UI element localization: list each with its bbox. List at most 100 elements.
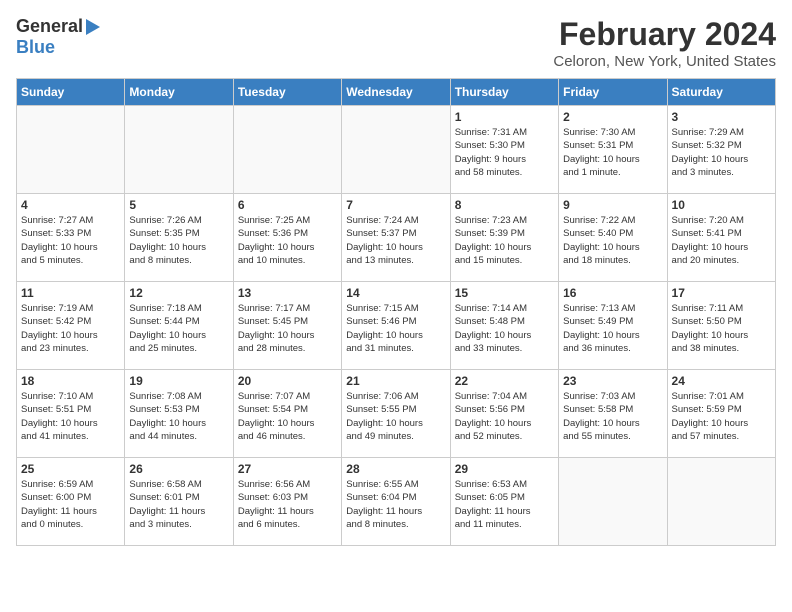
title-section: February 2024 Celoron, New York, United …	[553, 16, 776, 70]
day-number: 28	[346, 462, 445, 476]
day-info: Sunrise: 7:27 AM Sunset: 5:33 PM Dayligh…	[21, 214, 120, 267]
day-info: Sunrise: 7:20 AM Sunset: 5:41 PM Dayligh…	[672, 214, 771, 267]
header-tuesday: Tuesday	[233, 79, 341, 106]
header-friday: Friday	[559, 79, 667, 106]
calendar-cell: 15 Sunrise: 7:14 AM Sunset: 5:48 PM Dayli…	[450, 282, 558, 370]
day-number: 7	[346, 198, 445, 212]
header-monday: Monday	[125, 79, 233, 106]
calendar-cell: 13 Sunrise: 7:17 AM Sunset: 5:45 PM Dayli…	[233, 282, 341, 370]
calendar-header-row: SundayMondayTuesdayWednesdayThursdayFrid…	[17, 79, 776, 106]
day-number: 9	[563, 198, 662, 212]
day-info: Sunrise: 7:01 AM Sunset: 5:59 PM Dayligh…	[672, 390, 771, 443]
calendar-cell: 14Sunrise: 7:15 AM Sunset: 5:46 PM Dayli…	[342, 282, 450, 370]
header-sunday: Sunday	[17, 79, 125, 106]
day-number: 24	[672, 374, 771, 388]
day-number: 1	[455, 110, 554, 124]
week-row-0: 1 Sunrise: 7:31 AM Sunset: 5:30 PM Daylig…	[17, 106, 776, 194]
day-number: 11	[21, 286, 120, 300]
day-info: Sunrise: 7:03 AM Sunset: 5:58 PM Dayligh…	[563, 390, 662, 443]
day-number: 19	[129, 374, 228, 388]
calendar-cell: 9 Sunrise: 7:22 AM Sunset: 5:40 PM Daylig…	[559, 194, 667, 282]
day-number: 13	[238, 286, 337, 300]
week-row-2: 11 Sunrise: 7:19 AM Sunset: 5:42 PM Dayli…	[17, 282, 776, 370]
day-info: Sunrise: 6:58 AM Sunset: 6:01 PM Dayligh…	[129, 478, 228, 531]
day-number: 5	[129, 198, 228, 212]
day-number: 18	[21, 374, 120, 388]
calendar-cell: 27 Sunrise: 6:56 AM Sunset: 6:03 PM Dayli…	[233, 458, 341, 546]
day-info: Sunrise: 7:17 AM Sunset: 5:45 PM Dayligh…	[238, 302, 337, 355]
day-info: Sunrise: 7:06 AM Sunset: 5:55 PM Dayligh…	[346, 390, 445, 443]
day-number: 10	[672, 198, 771, 212]
calendar-cell: 7 Sunrise: 7:24 AM Sunset: 5:37 PM Daylig…	[342, 194, 450, 282]
day-info: Sunrise: 7:29 AM Sunset: 5:32 PM Dayligh…	[672, 126, 771, 179]
day-info: Sunrise: 7:30 AM Sunset: 5:31 PM Dayligh…	[563, 126, 662, 179]
day-number: 22	[455, 374, 554, 388]
day-number: 29	[455, 462, 554, 476]
header-saturday: Saturday	[667, 79, 775, 106]
calendar-cell	[667, 458, 775, 546]
day-number: 17	[672, 286, 771, 300]
calendar-cell: 3 Sunrise: 7:29 AM Sunset: 5:32 PM Daylig…	[667, 106, 775, 194]
day-info: Sunrise: 6:59 AM Sunset: 6:00 PM Dayligh…	[21, 478, 120, 531]
day-number: 12	[129, 286, 228, 300]
day-number: 8	[455, 198, 554, 212]
day-info: Sunrise: 7:23 AM Sunset: 5:39 PM Dayligh…	[455, 214, 554, 267]
day-info: Sunrise: 7:31 AM Sunset: 5:30 PM Dayligh…	[455, 126, 554, 179]
day-info: Sunrise: 6:55 AM Sunset: 6:04 PM Dayligh…	[346, 478, 445, 531]
logo-blue-text: Blue	[16, 37, 55, 58]
day-info: Sunrise: 7:07 AM Sunset: 5:54 PM Dayligh…	[238, 390, 337, 443]
calendar-cell	[342, 106, 450, 194]
day-info: Sunrise: 7:13 AM Sunset: 5:49 PM Dayligh…	[563, 302, 662, 355]
calendar-cell: 6 Sunrise: 7:25 AM Sunset: 5:36 PM Daylig…	[233, 194, 341, 282]
day-number: 15	[455, 286, 554, 300]
calendar-cell: 21 Sunrise: 7:06 AM Sunset: 5:55 PM Dayli…	[342, 370, 450, 458]
calendar-title: February 2024	[553, 16, 776, 53]
day-info: Sunrise: 7:26 AM Sunset: 5:35 PM Dayligh…	[129, 214, 228, 267]
day-number: 4	[21, 198, 120, 212]
calendar-cell: 4 Sunrise: 7:27 AM Sunset: 5:33 PM Daylig…	[17, 194, 125, 282]
calendar-cell: 5 Sunrise: 7:26 AM Sunset: 5:35 PM Daylig…	[125, 194, 233, 282]
calendar-cell: 24 Sunrise: 7:01 AM Sunset: 5:59 PM Dayli…	[667, 370, 775, 458]
calendar-cell: 29 Sunrise: 6:53 AM Sunset: 6:05 PM Dayli…	[450, 458, 558, 546]
calendar-cell	[233, 106, 341, 194]
day-info: Sunrise: 7:24 AM Sunset: 5:37 PM Dayligh…	[346, 214, 445, 267]
day-info: Sunrise: 7:10 AM Sunset: 5:51 PM Dayligh…	[21, 390, 120, 443]
day-number: 27	[238, 462, 337, 476]
day-number: 23	[563, 374, 662, 388]
day-info: Sunrise: 7:19 AM Sunset: 5:42 PM Dayligh…	[21, 302, 120, 355]
calendar-cell: 28 Sunrise: 6:55 AM Sunset: 6:04 PM Dayli…	[342, 458, 450, 546]
day-number: 16	[563, 286, 662, 300]
day-number: 2	[563, 110, 662, 124]
day-info: Sunrise: 6:56 AM Sunset: 6:03 PM Dayligh…	[238, 478, 337, 531]
day-info: Sunrise: 7:14 AM Sunset: 5:48 PM Dayligh…	[455, 302, 554, 355]
day-info: Sunrise: 7:22 AM Sunset: 5:40 PM Dayligh…	[563, 214, 662, 267]
calendar-cell: 12 Sunrise: 7:18 AM Sunset: 5:44 PM Dayli…	[125, 282, 233, 370]
header-thursday: Thursday	[450, 79, 558, 106]
week-row-1: 4 Sunrise: 7:27 AM Sunset: 5:33 PM Daylig…	[17, 194, 776, 282]
day-info: Sunrise: 6:53 AM Sunset: 6:05 PM Dayligh…	[455, 478, 554, 531]
calendar-cell	[17, 106, 125, 194]
calendar-table: SundayMondayTuesdayWednesdayThursdayFrid…	[16, 78, 776, 546]
calendar-subtitle: Celoron, New York, United States	[553, 53, 776, 70]
calendar-cell: 11 Sunrise: 7:19 AM Sunset: 5:42 PM Dayli…	[17, 282, 125, 370]
day-number: 3	[672, 110, 771, 124]
calendar-cell: 10 Sunrise: 7:20 AM Sunset: 5:41 PM Dayli…	[667, 194, 775, 282]
day-number: 26	[129, 462, 228, 476]
day-number: 6	[238, 198, 337, 212]
calendar-cell	[559, 458, 667, 546]
calendar-cell: 25Sunrise: 6:59 AM Sunset: 6:00 PM Dayli…	[17, 458, 125, 546]
calendar-cell: 26 Sunrise: 6:58 AM Sunset: 6:01 PM Dayli…	[125, 458, 233, 546]
calendar-cell: 20 Sunrise: 7:07 AM Sunset: 5:54 PM Dayli…	[233, 370, 341, 458]
day-info: Sunrise: 7:04 AM Sunset: 5:56 PM Dayligh…	[455, 390, 554, 443]
calendar-cell: 1 Sunrise: 7:31 AM Sunset: 5:30 PM Daylig…	[450, 106, 558, 194]
week-row-4: 25Sunrise: 6:59 AM Sunset: 6:00 PM Dayli…	[17, 458, 776, 546]
logo-general-text: General	[16, 16, 83, 37]
day-number: 14	[346, 286, 445, 300]
day-number: 21	[346, 374, 445, 388]
day-number: 20	[238, 374, 337, 388]
week-row-3: 18 Sunrise: 7:10 AM Sunset: 5:51 PM Dayli…	[17, 370, 776, 458]
page-header: General Blue February 2024 Celoron, New …	[16, 16, 776, 70]
day-info: Sunrise: 7:18 AM Sunset: 5:44 PM Dayligh…	[129, 302, 228, 355]
calendar-cell: 16 Sunrise: 7:13 AM Sunset: 5:49 PM Dayli…	[559, 282, 667, 370]
day-info: Sunrise: 7:25 AM Sunset: 5:36 PM Dayligh…	[238, 214, 337, 267]
